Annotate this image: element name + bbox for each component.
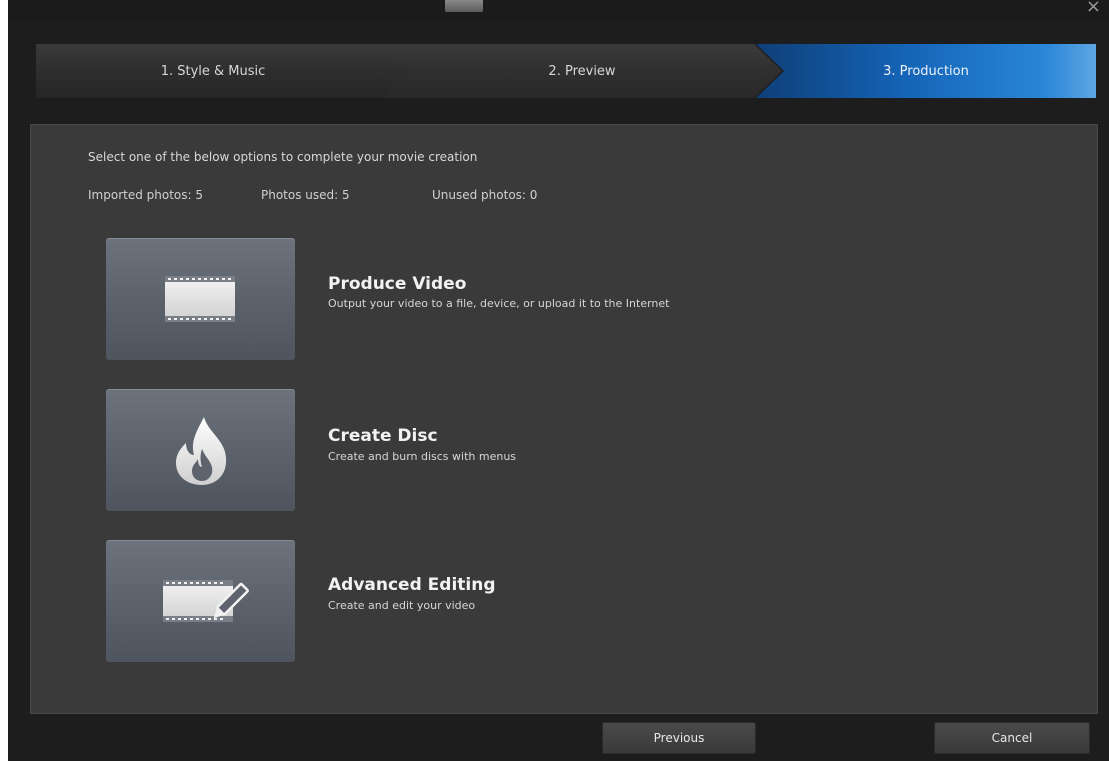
close-icon[interactable]: ×	[1086, 0, 1101, 17]
step-style-music[interactable]: 1. Style & Music	[36, 44, 410, 98]
advanced-editing-title[interactable]: Advanced Editing	[328, 575, 496, 595]
step-preview[interactable]: 2. Preview	[382, 44, 782, 98]
create-disc-button[interactable]	[106, 389, 295, 511]
advanced-editing-button[interactable]	[106, 540, 295, 662]
app-icon	[445, 0, 483, 12]
produce-video-button[interactable]	[106, 238, 295, 360]
advanced-editing-description: Create and edit your video	[328, 599, 476, 612]
previous-button[interactable]: Previous	[602, 722, 756, 754]
title-bar: ×	[8, 0, 1109, 22]
photos-used-count: Photos used: 5	[261, 188, 350, 202]
imported-photos-count: Imported photos: 5	[88, 188, 203, 202]
film-strip-icon	[165, 276, 235, 322]
instruction-text: Select one of the below options to compl…	[88, 150, 478, 164]
flame-icon	[176, 417, 227, 485]
produce-video-description: Output your video to a file, device, or …	[328, 297, 670, 310]
film-edit-icon	[163, 580, 249, 622]
create-disc-description: Create and burn discs with menus	[328, 450, 517, 463]
produce-video-title[interactable]: Produce Video	[328, 274, 466, 294]
step-label: 1. Style & Music	[160, 63, 266, 79]
step-label: 3. Production	[883, 63, 969, 79]
step-label: 2. Preview	[548, 63, 616, 79]
wizard-window: × 1. Style & Music 2. Preview 3. Product…	[8, 0, 1109, 761]
create-disc-title[interactable]: Create Disc	[328, 426, 438, 446]
step-production[interactable]: 3. Production	[756, 44, 1096, 98]
step-bar: 1. Style & Music 2. Preview 3. Productio…	[36, 44, 1096, 98]
cancel-button[interactable]: Cancel	[934, 722, 1090, 754]
unused-photos-count: Unused photos: 0	[432, 188, 538, 202]
